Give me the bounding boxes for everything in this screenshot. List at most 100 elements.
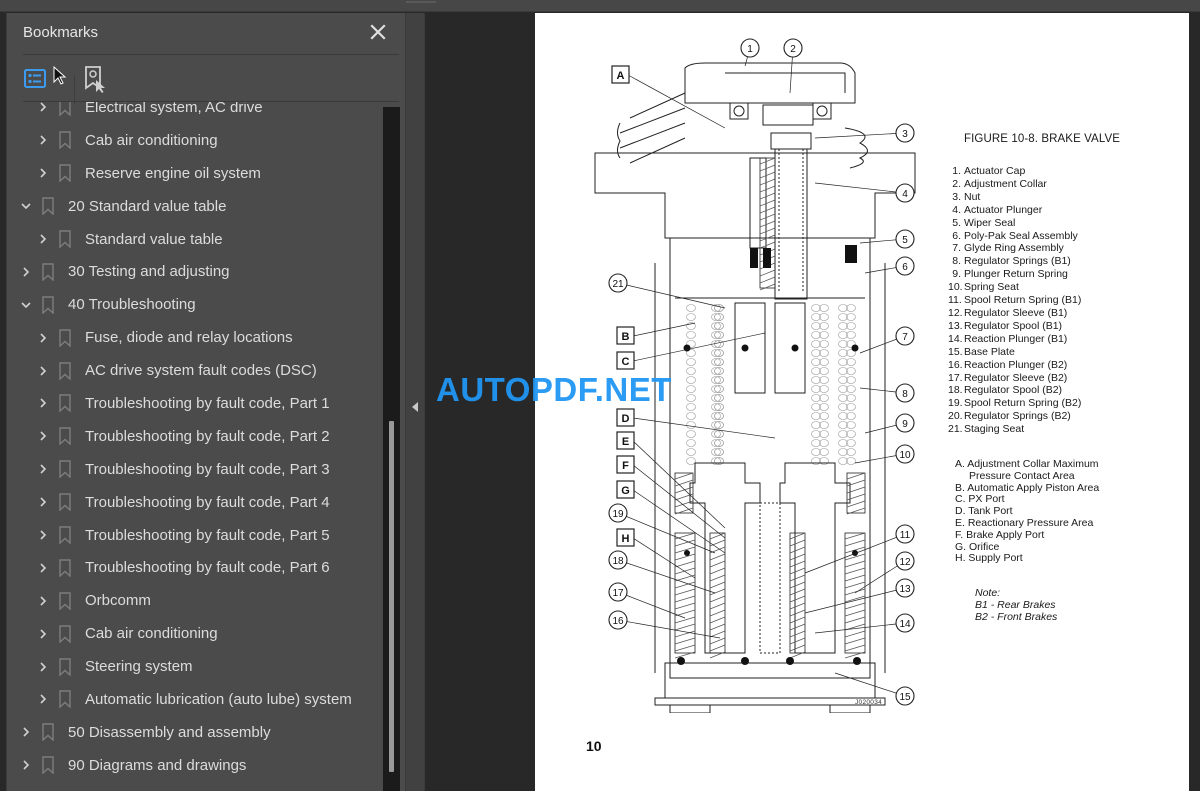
bookmark-item[interactable]: Troubleshooting by fault code, Part 2 bbox=[7, 420, 383, 453]
bookmark-item[interactable]: Steering system bbox=[7, 650, 383, 683]
callout-number: 21 bbox=[612, 279, 624, 290]
legend-item: 5. Wiper Seal bbox=[948, 217, 1081, 230]
legend-number: 8. bbox=[952, 255, 961, 268]
divider bbox=[23, 54, 399, 55]
chevron-right-icon[interactable] bbox=[37, 102, 49, 113]
bookmark-item[interactable]: Troubleshooting by fault code, Part 3 bbox=[7, 453, 383, 486]
legend-number: 6. bbox=[952, 229, 961, 242]
bookmark-label: Troubleshooting by fault code, Part 5 bbox=[85, 526, 330, 544]
bookmark-item[interactable]: Fuse, diode and relay locations bbox=[7, 321, 383, 354]
chevron-right-icon[interactable] bbox=[37, 233, 49, 245]
legend-item: 17.Regulator Sleeve (B2) bbox=[948, 372, 1081, 385]
chevron-right-icon[interactable] bbox=[37, 134, 49, 146]
legend-item: 8. Regulator Springs (B1) bbox=[948, 255, 1081, 268]
bookmark-icon bbox=[42, 197, 54, 216]
legend-item: 4. Actuator Plunger bbox=[948, 204, 1081, 217]
drawing-id: J020034 bbox=[855, 699, 883, 706]
chevron-right-icon[interactable] bbox=[37, 332, 49, 344]
bookmark-item[interactable]: Orbcomm bbox=[7, 584, 383, 617]
bookmark-icon bbox=[42, 263, 54, 281]
bookmark-label: Cab air conditioning bbox=[85, 131, 218, 149]
close-panel-button[interactable] bbox=[367, 21, 389, 43]
legend-item: 9. Plunger Return Spring bbox=[948, 268, 1081, 281]
legend-name: Regulator Spool (B2) bbox=[964, 384, 1063, 397]
bookmark-label: Troubleshooting by fault code, Part 1 bbox=[85, 394, 330, 412]
bookmark-item[interactable]: Reserve engine oil system bbox=[7, 157, 383, 190]
callout-number: 1 bbox=[747, 44, 753, 55]
bookmark-icon bbox=[42, 756, 54, 775]
chevron-right-icon[interactable] bbox=[20, 266, 32, 278]
callout-number: 15 bbox=[899, 692, 911, 703]
bookmark-icon bbox=[59, 427, 71, 446]
chevron-down-icon[interactable] bbox=[20, 200, 32, 212]
legend-name: Glyde Ring Assembly bbox=[964, 242, 1064, 255]
bookmark-label: Reserve engine oil system bbox=[85, 164, 261, 182]
bookmark-label: 40 Troubleshooting bbox=[68, 296, 196, 314]
chevron-right-icon[interactable] bbox=[37, 463, 49, 475]
chevron-right-icon[interactable] bbox=[37, 595, 49, 607]
bookmark-item[interactable]: Standard value table bbox=[7, 223, 383, 256]
chevron-right-icon[interactable] bbox=[37, 397, 49, 409]
collapse-panel-arrow-icon[interactable] bbox=[412, 402, 418, 412]
legend-number: 19. bbox=[948, 397, 963, 410]
chevron-right-icon[interactable] bbox=[37, 365, 49, 377]
legend-item: 18.Regulator Spool (B2) bbox=[948, 384, 1081, 397]
callout-number: 11 bbox=[900, 530, 911, 541]
panel-splitter[interactable] bbox=[405, 13, 425, 791]
bookmark-icon bbox=[59, 690, 71, 709]
bookmark-icon bbox=[59, 624, 71, 643]
legend-name: Reaction Plunger (B1) bbox=[964, 332, 1068, 345]
bookmark-label: Steering system bbox=[85, 658, 193, 676]
callout-number: 3 bbox=[902, 129, 908, 140]
chevron-down-icon[interactable] bbox=[20, 299, 32, 311]
bookmark-icon bbox=[42, 723, 54, 742]
bookmark-locate-icon bbox=[85, 66, 105, 93]
panel-title: Bookmarks bbox=[23, 24, 99, 41]
bookmark-label: Troubleshooting by fault code, Part 3 bbox=[85, 460, 330, 478]
chevron-right-icon[interactable] bbox=[20, 759, 32, 771]
legend-number: 3. bbox=[952, 190, 961, 203]
bookmark-label: Troubleshooting by fault code, Part 6 bbox=[85, 559, 330, 577]
bookmark-item[interactable]: 40 Troubleshooting bbox=[7, 288, 383, 321]
bookmark-item[interactable]: 20 Standard value table bbox=[7, 190, 383, 223]
bookmark-item[interactable]: 30 Testing and adjusting bbox=[7, 255, 383, 288]
bookmark-list-view-button[interactable] bbox=[23, 65, 51, 93]
chevron-right-icon[interactable] bbox=[37, 496, 49, 508]
legend-number: 13. bbox=[948, 319, 963, 332]
chevron-right-icon[interactable] bbox=[37, 430, 49, 442]
toolbar-grip[interactable] bbox=[406, 1, 436, 3]
bookmark-item[interactable]: Troubleshooting by fault code, Part 1 bbox=[7, 387, 383, 420]
areas-legend: A. Adjustment Collar Maximum Pressure Con… bbox=[955, 458, 1099, 565]
chevron-right-icon[interactable] bbox=[37, 693, 49, 705]
callout-letter: A bbox=[617, 70, 625, 82]
bookmark-icon bbox=[59, 328, 71, 347]
find-current-bookmark-button[interactable] bbox=[83, 64, 109, 94]
bookmark-item[interactable]: Cab air conditioning bbox=[7, 124, 383, 157]
bookmark-item[interactable]: Cab air conditioning bbox=[7, 617, 383, 650]
chevron-right-icon[interactable] bbox=[20, 726, 32, 738]
area-item: E. Reactionary Pressure Area bbox=[955, 516, 1094, 529]
bookmark-item[interactable]: Troubleshooting by fault code, Part 5 bbox=[7, 519, 383, 552]
chevron-right-icon[interactable] bbox=[37, 628, 49, 640]
scrollbar-thumb[interactable] bbox=[389, 421, 394, 772]
bookmark-item[interactable]: Automatic lubrication (auto lube) system bbox=[7, 683, 383, 716]
legend-number: 10. bbox=[948, 281, 963, 294]
close-icon bbox=[370, 24, 386, 40]
bookmark-item[interactable]: 90 Diagrams and drawings bbox=[7, 749, 383, 782]
chevron-right-icon[interactable] bbox=[37, 562, 49, 574]
bookmark-item[interactable]: Troubleshooting by fault code, Part 4 bbox=[7, 486, 383, 519]
callout-letter: E bbox=[622, 436, 629, 448]
note-line: B2 - Front Brakes bbox=[975, 610, 1058, 623]
legend-number: 18. bbox=[948, 384, 963, 397]
chevron-right-icon[interactable] bbox=[37, 167, 49, 179]
chevron-right-icon[interactable] bbox=[37, 529, 49, 541]
bookmark-item[interactable]: Troubleshooting by fault code, Part 6 bbox=[7, 551, 383, 584]
bookmark-item[interactable]: AC drive system fault codes (DSC) bbox=[7, 354, 383, 387]
legend-number: 14. bbox=[948, 332, 963, 345]
bookmark-item[interactable]: Electrical system, AC drive bbox=[7, 102, 383, 124]
legend-name: Nut bbox=[964, 190, 981, 203]
callout-number: 7 bbox=[902, 332, 908, 343]
bookmark-item[interactable]: 50 Disassembly and assembly bbox=[7, 716, 383, 749]
chevron-right-icon[interactable] bbox=[37, 661, 49, 673]
bookmark-icon bbox=[59, 657, 71, 676]
